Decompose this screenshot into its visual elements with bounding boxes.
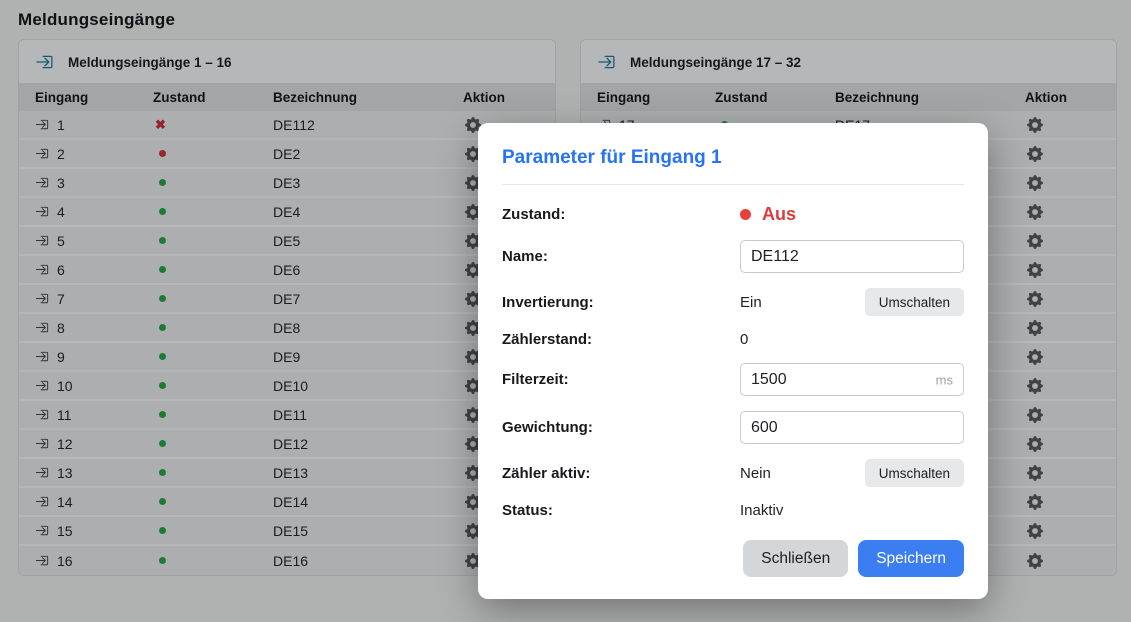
name-label: Name: <box>502 248 740 265</box>
gewichtung-input[interactable] <box>740 411 964 444</box>
zaehler-aktiv-label: Zähler aktiv: <box>502 465 740 482</box>
field-zaehlerstand: Zählerstand: 0 <box>502 331 964 348</box>
field-invertierung: Invertierung: Ein Umschalten <box>502 288 964 316</box>
field-name: Name: <box>502 240 964 273</box>
state-indicator: Aus <box>740 204 796 225</box>
invertierung-value: Ein <box>740 294 762 311</box>
invertierung-toggle-button[interactable]: Umschalten <box>865 288 964 316</box>
filterzeit-input[interactable] <box>740 363 964 396</box>
invertierung-label: Invertierung: <box>502 294 740 311</box>
field-zustand: Zustand: Aus <box>502 204 964 225</box>
field-status: Status: Inaktiv <box>502 502 964 519</box>
field-filterzeit: Filterzeit: ms <box>502 363 964 396</box>
zaehlerstand-value: 0 <box>740 331 748 348</box>
field-zaehler-aktiv: Zähler aktiv: Nein Umschalten <box>502 459 964 487</box>
save-button[interactable]: Speichern <box>858 540 964 577</box>
close-button[interactable]: Schließen <box>743 540 848 577</box>
zustand-label: Zustand: <box>502 206 740 223</box>
divider <box>502 184 964 185</box>
field-gewichtung: Gewichtung: <box>502 411 964 444</box>
name-input[interactable] <box>740 240 964 273</box>
status-value: Inaktiv <box>740 502 783 519</box>
zustand-value: Aus <box>762 204 796 225</box>
zaehler-aktiv-value: Nein <box>740 465 771 482</box>
unit-label-ms: ms <box>936 372 953 387</box>
gewichtung-label: Gewichtung: <box>502 419 740 436</box>
filterzeit-label: Filterzeit: <box>502 371 740 388</box>
red-dot-icon <box>740 209 751 220</box>
status-label: Status: <box>502 502 740 519</box>
parameter-dialog: Parameter für Eingang 1 Zustand: Aus Nam… <box>478 123 988 599</box>
dialog-title: Parameter für Eingang 1 <box>502 147 964 169</box>
dialog-footer: Schließen Speichern <box>502 540 964 577</box>
zaehlerstand-label: Zählerstand: <box>502 331 740 348</box>
zaehler-aktiv-toggle-button[interactable]: Umschalten <box>865 459 964 487</box>
